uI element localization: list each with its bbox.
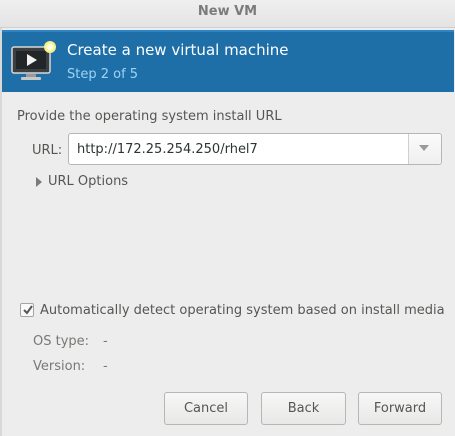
- vm-monitor-icon: [10, 39, 58, 83]
- url-combobox[interactable]: [68, 133, 442, 165]
- url-options-label: URL Options: [48, 174, 129, 189]
- os-type-label: OS type:: [33, 334, 90, 349]
- step-indicator: Step 2 of 5: [67, 67, 139, 82]
- url-label: URL:: [32, 143, 63, 158]
- os-type-value: -: [103, 334, 108, 349]
- version-value: -: [103, 359, 108, 374]
- section-label: Provide the operating system install URL: [17, 109, 282, 124]
- auto-detect-label: Automatically detect operating system ba…: [40, 303, 445, 318]
- wizard-header: Create a new virtual machine Step 2 of 5: [2, 30, 454, 92]
- back-button[interactable]: Back: [261, 392, 346, 425]
- auto-detect-checkbox[interactable]: [20, 303, 34, 317]
- cancel-button[interactable]: Cancel: [164, 392, 248, 425]
- url-dropdown-button[interactable]: [408, 134, 441, 164]
- auto-detect-row[interactable]: Automatically detect operating system ba…: [20, 303, 445, 318]
- checkmark-icon: [23, 305, 33, 315]
- expander-arrow-icon: [36, 176, 42, 187]
- version-label: Version:: [33, 359, 86, 374]
- chevron-down-icon: [419, 145, 429, 151]
- url-input[interactable]: [69, 134, 410, 164]
- url-options-expander[interactable]: URL Options: [36, 174, 128, 189]
- forward-button[interactable]: Forward: [358, 392, 442, 425]
- header-title: Create a new virtual machine: [67, 41, 289, 59]
- window-title: New VM: [0, 0, 455, 28]
